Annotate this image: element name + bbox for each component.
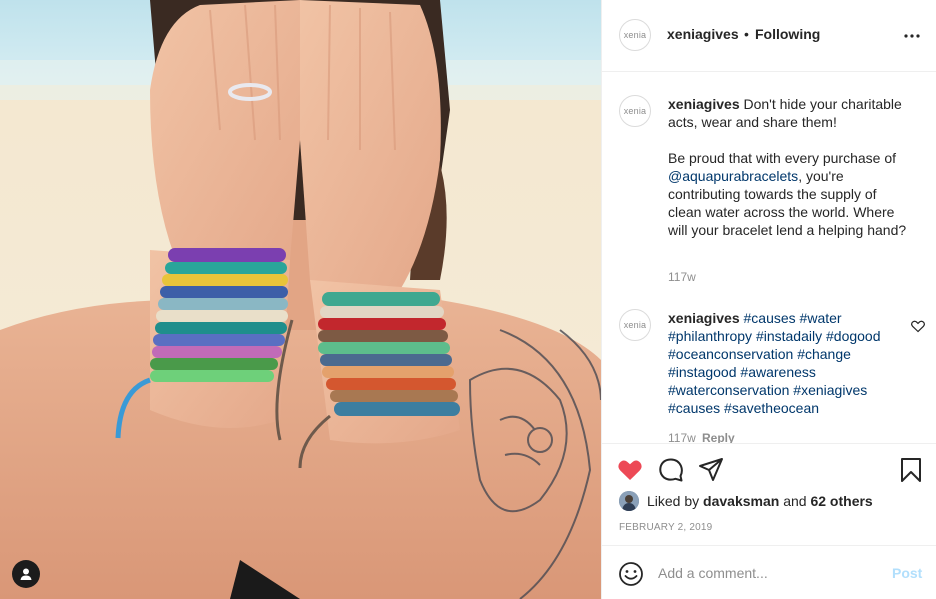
hashtag-link[interactable]: #xeniagives [793,382,867,398]
caption-line2-prefix: Be proud that with every purchase of [668,150,897,166]
author-username-link[interactable]: xeniagives [667,26,739,42]
likes-prefix: Liked by [647,493,704,509]
hashtag-link[interactable]: #awareness [740,364,816,380]
hashtag-link[interactable]: #causes [744,310,796,326]
caption-time[interactable]: 117w [668,270,696,284]
separator-dot: • [744,26,749,42]
hashtag-link[interactable]: #waterconservation [668,382,789,398]
hashtag-link[interactable]: #instagood [668,364,737,380]
more-options-icon[interactable] [902,26,922,46]
comment-time[interactable]: 117w [668,431,696,443]
comments-list[interactable]: xenia xeniagives Don't hide your charita… [602,73,936,443]
post-comment-button[interactable]: Post [892,565,922,581]
comment-icon [659,458,683,482]
likes-summary: Liked by davaksman and 62 others [619,490,873,512]
liker-avatar[interactable] [619,491,639,511]
share-icon [699,458,723,481]
hashtag-link[interactable]: #philanthropy [668,328,752,344]
liker-username-link[interactable]: davaksman [703,493,779,509]
likes-others-link[interactable]: 62 others [810,493,872,509]
following-button[interactable]: Following [755,26,820,42]
comment-text: xeniagives #causes #water #philanthropy … [668,309,908,417]
hashtag-link[interactable]: #dogood [826,328,881,344]
likes-middle: and [779,493,811,509]
reply-link[interactable]: Reply [702,431,735,443]
add-comment-input[interactable] [658,563,878,583]
mention-link[interactable]: @aquapurabracelets [668,168,798,184]
caption-avatar[interactable]: xenia [619,95,651,127]
caption-text: xeniagives Don't hide your charitable ac… [668,95,908,239]
bookmark-icon [901,458,921,482]
comment-like-heart-icon[interactable] [910,318,926,334]
post-date[interactable]: FEBRUARY 2, 2019 [619,522,712,533]
tagged-user-icon[interactable] [12,560,40,588]
hashtag-link[interactable]: #instadaily [756,328,822,344]
likes-text: Liked by davaksman and 62 others [647,493,873,509]
comment-username-link[interactable]: xeniagives [668,310,740,326]
like-button[interactable] [616,456,644,484]
share-button[interactable] [697,456,725,484]
caption-username-link[interactable]: xeniagives [668,96,740,112]
hashtag-link[interactable]: #water [800,310,842,326]
post-header: xenia xeniagives • Following [602,0,936,72]
post-actions: Liked by davaksman and 62 others FEBRUAR… [602,443,936,543]
hashtag-link[interactable]: #savetheocean [724,400,819,416]
comment-avatar[interactable]: xenia [619,309,651,341]
heart-filled-icon [618,460,642,480]
post-side-panel: xenia xeniagives • Following xenia xenia… [601,0,936,599]
emoji-icon[interactable] [618,561,644,587]
add-comment-bar: Post [602,545,936,599]
hashtag-link[interactable]: #causes [668,400,720,416]
author-avatar[interactable]: xenia [619,19,651,51]
save-button[interactable] [897,456,925,484]
hashtag-link[interactable]: #oceanconservation [668,346,793,362]
comment-button[interactable] [657,456,685,484]
post-photo[interactable] [0,0,601,599]
bracelets-photo [0,0,601,599]
hashtag-link[interactable]: #change [797,346,851,362]
